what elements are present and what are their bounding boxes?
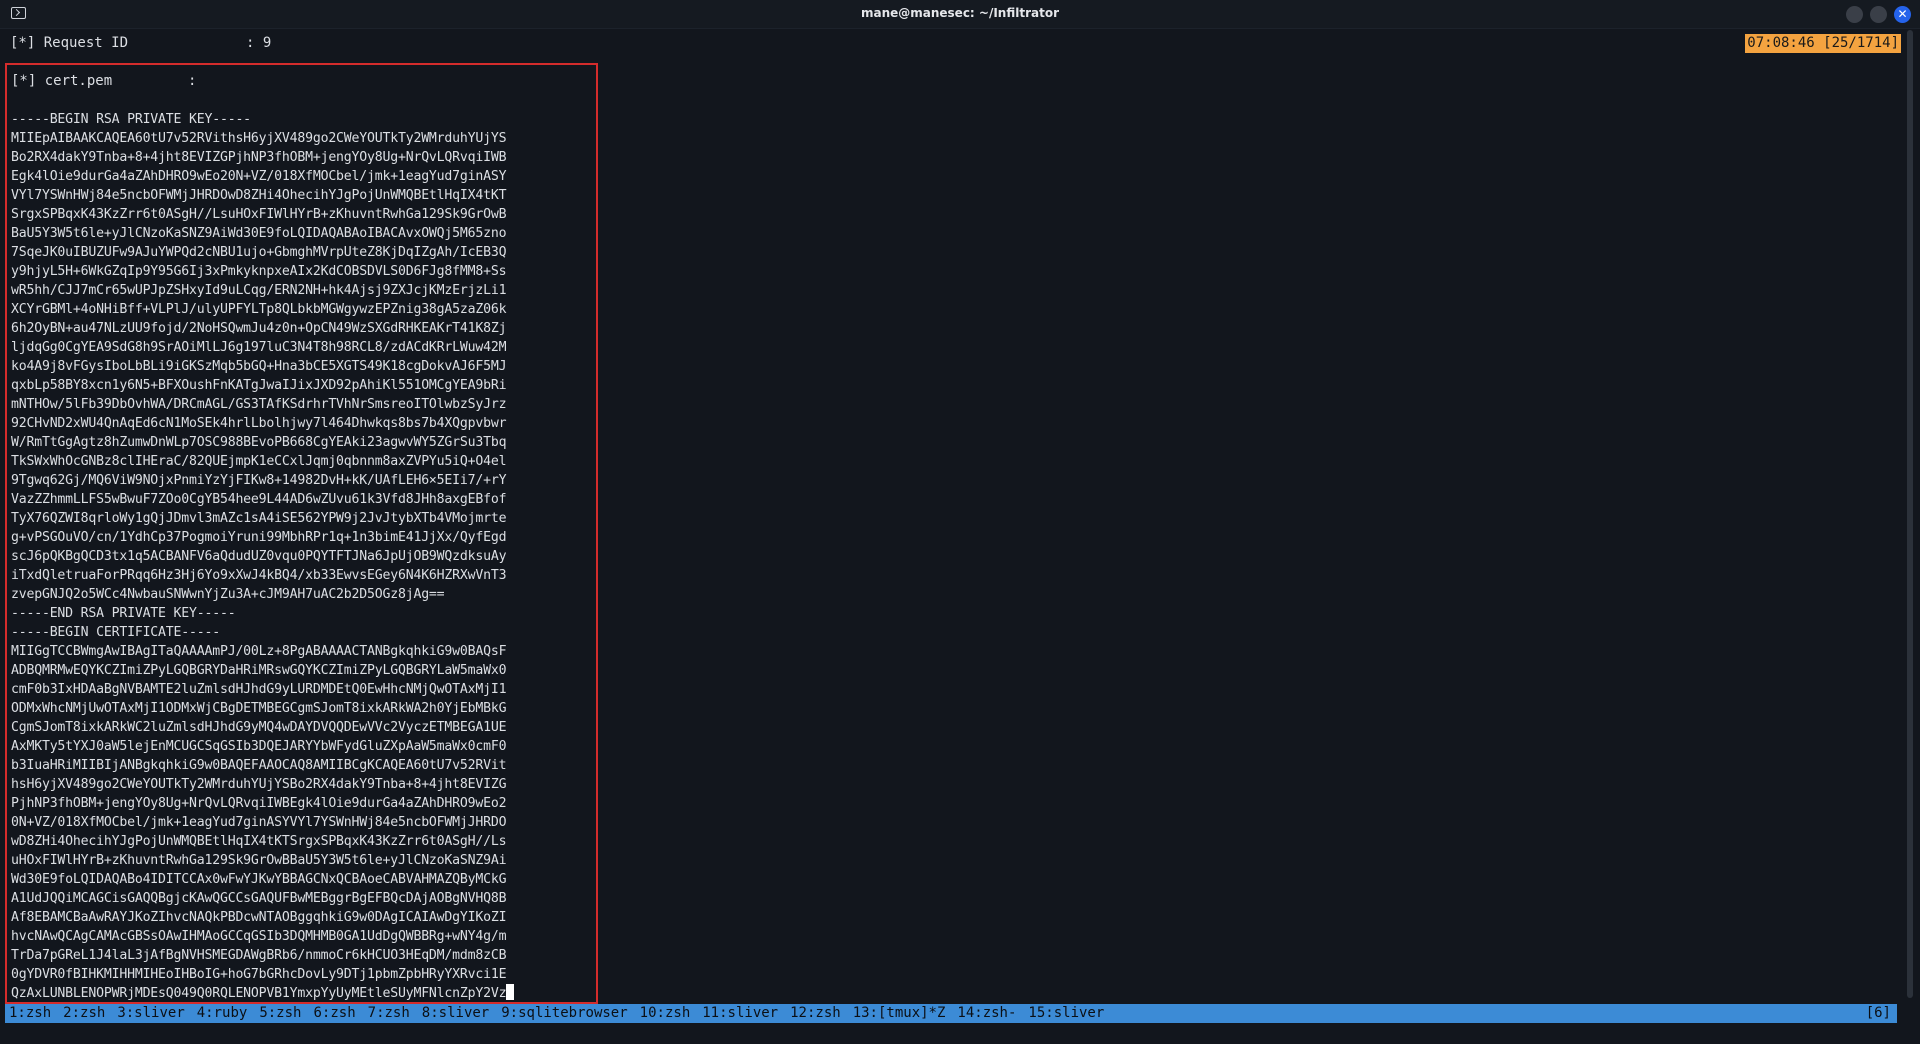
output-line: VYl7YSWnHWj84e5ncbOFWMjJHRDOwD8ZHi4Oheci… — [11, 188, 507, 203]
output-line: TrDa7pGReL1J4laL3jAfBgNVHSMEGDAWgBRb6/nm… — [11, 948, 507, 963]
output-line: 7SqeJK0uIBUZUFw9AJuYWPQd2cNBU1ujo+GbmghM… — [11, 245, 507, 260]
text-cursor — [506, 984, 515, 1000]
output-line: 9Tgwq62Gj/MQ6ViW9NOjxPnmiYzYjFIKw8+14982… — [11, 473, 507, 488]
output-line: Af8EBAMCBaAwRAYJKoZIhvcNAQkPBDcwNTAOBggq… — [11, 910, 507, 925]
output-line: TkSWxWhOcGNBz8clIHEraC/82QUEjmpK1eCCxlJq… — [11, 454, 507, 469]
title-bar: mane@manesec: ~/Infiltrator ✕ — [0, 0, 1920, 29]
output-line: qxbLp58BY8xcn1y6N5+BFXOushFnKATgJwaIJixJ… — [11, 378, 507, 393]
pane-count: [6] — [1865, 1005, 1891, 1021]
tmux-window-tab[interactable]: 4:ruby — [197, 1005, 248, 1021]
close-button[interactable]: ✕ — [1894, 6, 1911, 23]
output-line: ljdqGg0CgYEA9SdG8h9SrAOiMlLJ6g197luC3N4T… — [11, 340, 507, 355]
output-line: TyX76QZWI8qrloWy1gQjJDmvl3mAZc1sA4iSE562… — [11, 511, 507, 526]
output-line: VazZZhmmLLFS5wBwuF7ZOo0CgYB54hee9L44AD6w… — [11, 492, 507, 507]
output-line: BaU5Y3W5t6le+yJlCNzoKaSNZ9AiWd30E9foLQID… — [11, 226, 507, 241]
output-line: -----BEGIN RSA PRIVATE KEY----- — [11, 112, 251, 127]
output-line: QzAxLUNBLENOPWRjMDEsQ049Q0RQLENOPVB1Ymxp… — [11, 984, 515, 1002]
tmux-window-tab[interactable]: 5:zsh — [259, 1005, 301, 1021]
output-line: y9hjyL5H+6WkGZqIp9Y95G6Ij3xPmkyknpxeAIx2… — [11, 264, 507, 279]
pem-output[interactable]: -----BEGIN RSA PRIVATE KEY----- MIIEpAIBA… — [11, 110, 515, 1002]
tmux-window-tab[interactable]: 13:[tmux]*Z — [853, 1005, 946, 1021]
output-line: W/RmTtGgAgtz8hZumwDnWLp7OSC988BEvoPB668C… — [11, 435, 507, 450]
output-line: PjhNP3fhOBM+jengYOy8Ug+NrQvLQRvqiIWBEgk4… — [11, 796, 507, 811]
tmux-window-tab[interactable]: 6:zsh — [313, 1005, 355, 1021]
window-title: mane@manesec: ~/Infiltrator — [860, 6, 1060, 20]
minimize-button[interactable] — [1846, 6, 1863, 23]
tmux-window-tab[interactable]: 12:zsh — [790, 1005, 841, 1021]
tmux-window-tab[interactable]: 14:zsh- — [957, 1005, 1016, 1021]
output-line: ADBQMRMwEQYKCZImiZPyLGQBGRYDaHRiMRswGQYK… — [11, 663, 507, 678]
terminal-window: mane@manesec: ~/Infiltrator ✕ [*] Reques… — [0, 0, 1920, 1044]
output-line: ko4A9j8vFGysIboLbBLi9iGKSzMqb5bGQ+Hna3bC… — [11, 359, 507, 374]
output-line: -----BEGIN CERTIFICATE----- — [11, 625, 220, 640]
output-line: MIIEpAIBAAKCAQEA60tU7v52RVithsH6yjXV489g… — [11, 131, 507, 146]
tmux-window-tab[interactable]: 2:zsh — [63, 1005, 105, 1021]
tmux-window-tab[interactable]: 1:zsh — [9, 1005, 51, 1021]
output-line: -----END RSA PRIVATE KEY----- — [11, 606, 236, 621]
tmux-window-tab[interactable]: 10:zsh — [640, 1005, 691, 1021]
output-line: mNTHOw/5lFb39DbOvhWA/DRCmAGL/GS3TAfKSdrh… — [11, 397, 507, 412]
tmux-window-tab[interactable]: 15:sliver — [1028, 1005, 1104, 1021]
tmux-window-tab[interactable]: 7:zsh — [368, 1005, 410, 1021]
tmux-window-tab[interactable]: 9:sqlitebrowser — [501, 1005, 627, 1021]
output-line: ODMxWhcNMjUwOTAxMjI1ODMxWjCBgDETMBEGCgmS… — [11, 701, 507, 716]
output-line: Bo2RX4dakY9Tnba+8+4jht8EVIZGPjhNP3fhOBM+… — [11, 150, 507, 165]
output-line: iTxdQletruaForPRqq6Hz3Hj6Yo9xXwJ4kBQ4/xb… — [11, 568, 507, 583]
cert-header: [*] cert.pem : — [11, 73, 197, 89]
output-line: uHOxFIWlHYrB+zKhuvntRwhGa129Sk9GrOwBBaU5… — [11, 853, 507, 868]
output-line: g+vPSGOuVO/cn/1YdhCp37PogmoiYruni99MbhRP… — [11, 530, 507, 545]
output-line: MIIGgTCCBWmgAwIBAgITaQAAAAmPJ/00Lz+8PgAB… — [11, 644, 507, 659]
output-line: 6h2OyBN+au47NLzUU9fojd/2NoHSQwmJu4z0n+Op… — [11, 321, 507, 336]
output-line: cmF0b3IxHDAaBgNVBAMTE2luZmlsdHJhdG9yLURD… — [11, 682, 507, 697]
tmux-window-tab[interactable]: 8:sliver — [422, 1005, 489, 1021]
tmux-window-tab[interactable]: 3:sliver — [117, 1005, 184, 1021]
request-id-line: [*] Request ID : 9 — [10, 35, 272, 51]
output-line: scJ6pQKBgQCD3tx1q5ACBANFV6aQdudUZ0vqu0PQ… — [11, 549, 507, 564]
output-line: wR5hh/CJJ7mCr65wUPJpZSHxyId9uLCqg/ERN2NH… — [11, 283, 507, 298]
output-line: wD8ZHi4OhecihYJgPojUnWMQBEtlHqIX4tKTSrgx… — [11, 834, 507, 849]
output-line: zvepGNJQ2o5WCc4NwbauSNWwnYjZu3A+cJM9AH7u… — [11, 587, 445, 602]
output-line: CgmSJomT8ixkARkWC2luZmlsdHJhdG9yMQ4wDAYD… — [11, 720, 507, 735]
output-line: AxMKTy5tYXJ0aW5lejEnMCUGCSqGSIb3DQEJARYY… — [11, 739, 507, 754]
output-line: hvcNAwQCAgCAMAcGBSsOAwIHMAoGCCqGSIb3DQMH… — [11, 929, 507, 944]
output-line: hsH6yjXV489go2CWeYOUTkTy2WMrduhYUjYSBo2R… — [11, 777, 507, 792]
output-line: A1UdJQQiMCAGCisGAQQBgjcKAwQGCCsGAQUFBwME… — [11, 891, 507, 906]
tmux-window-list: 1:zsh 2:zsh 3:sliver 4:ruby 5:zsh 6:zsh 7:zsh 8… — [9, 1004, 1116, 1023]
tmux-status-bar: 1:zsh 2:zsh 3:sliver 4:ruby 5:zsh 6:zsh 7:zsh 8… — [5, 1004, 1897, 1023]
output-line: Egk4lOie9durGa4aZAhDHRO9wEo20N+VZ/018XfM… — [11, 169, 507, 184]
scrollbar[interactable] — [1907, 30, 1913, 998]
output-line: b3IuaHRiMIIBIjANBgkqhkiG9w0BAQEFAAOCAQ8A… — [11, 758, 507, 773]
output-line: Wd30E9foLQIDAQABo4IDITCCAx0wFwYJKwYBBAGC… — [11, 872, 507, 887]
maximize-button[interactable] — [1870, 6, 1887, 23]
tmux-clock: 07:08:46 [25/1714] — [1745, 34, 1901, 53]
output-line: 92CHvND2xWU4QnAqEd6cN1MoSEk4hrlLbolhjwy7… — [11, 416, 507, 431]
output-line: XCYrGBMl+4oNHiBff+VLPlJ/ulyUPFYLTp8QLbkb… — [11, 302, 507, 317]
output-line: 0N+VZ/018XfMOCbel/jmk+1eagYud7ginASYVYl7… — [11, 815, 507, 830]
active-tmux-pane[interactable]: [*] cert.pem : -----BEGIN RSA PRIVATE KE… — [5, 63, 598, 1004]
output-line: SrgxSPBqxK43KzZrr6t0ASgH//LsuHOxFIWlHYrB… — [11, 207, 507, 222]
output-line: 0gYDVR0fBIHKMIHHMIHEoIHBoIG+hoG7bGRhcDov… — [11, 967, 507, 982]
tmux-window-tab[interactable]: 11:sliver — [702, 1005, 778, 1021]
